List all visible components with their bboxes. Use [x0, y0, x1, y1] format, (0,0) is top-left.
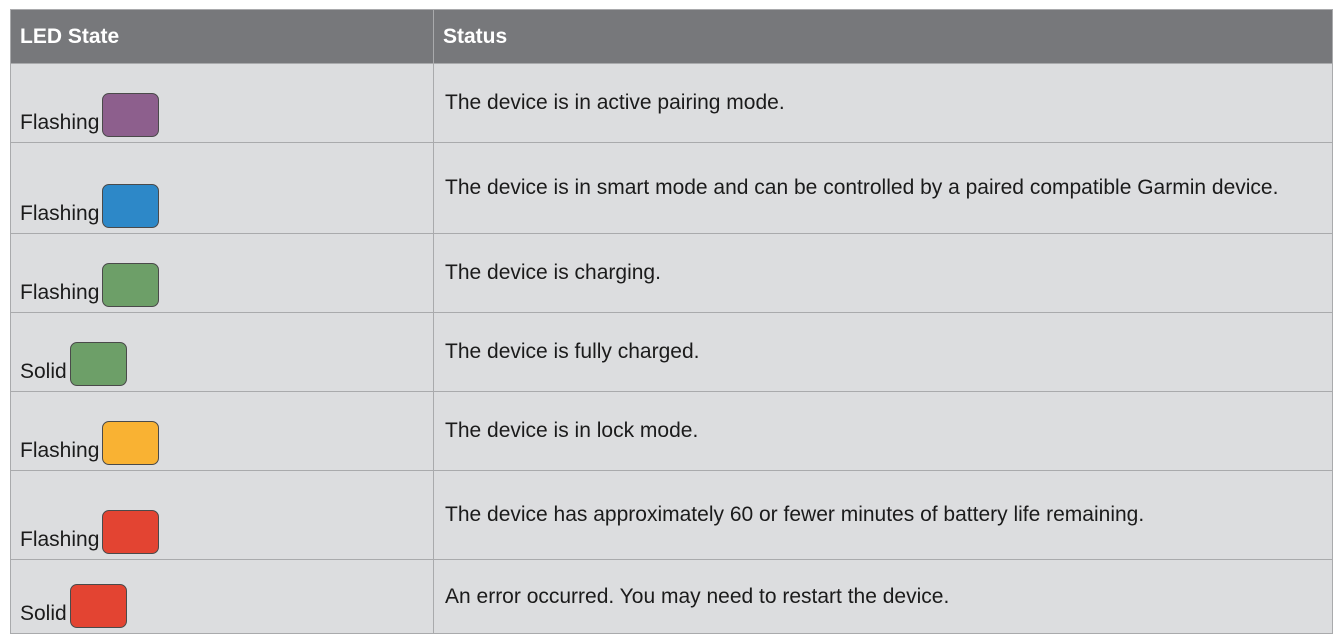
status-text: The device is in smart mode and can be c…: [433, 142, 1333, 234]
led-color-swatch: [102, 510, 160, 554]
table-row: Solid An error occurred. You may need to…: [10, 559, 1333, 634]
table-row: Flashing The device is in smart mode and…: [10, 142, 1333, 234]
led-state-label: Solid: [20, 602, 67, 625]
table-row: Flashing The device is charging.: [10, 233, 1333, 313]
led-state-cell: Solid: [10, 559, 434, 634]
led-color-swatch: [69, 342, 127, 386]
led-color-swatch: [102, 421, 160, 465]
led-state-cell: Solid: [10, 312, 434, 392]
status-text: The device has approximately 60 or fewer…: [433, 470, 1333, 560]
table-row: Flashing The device is in active pairing…: [10, 63, 1333, 143]
status-text: The device is fully charged.: [433, 312, 1333, 392]
led-state-label: Solid: [20, 360, 67, 383]
table-row: Solid The device is fully charged.: [10, 312, 1333, 392]
led-state-label: Flashing: [20, 111, 100, 134]
led-color-swatch: [102, 263, 160, 307]
led-color-swatch: [69, 584, 127, 628]
led-state-label: Flashing: [20, 439, 100, 462]
status-text: The device is in lock mode.: [433, 391, 1333, 471]
led-state-cell: Flashing: [10, 470, 434, 560]
table-header-row: LED State Status: [10, 9, 1333, 64]
led-color-swatch: [102, 184, 160, 228]
led-color-swatch: [102, 93, 160, 137]
table-row: Flashing The device is in lock mode.: [10, 391, 1333, 471]
status-text: An error occurred. You may need to resta…: [433, 559, 1333, 634]
led-state-cell: Flashing: [10, 142, 434, 234]
header-led-state: LED State: [10, 9, 434, 64]
led-state-label: Flashing: [20, 528, 100, 551]
status-text: The device is charging.: [433, 233, 1333, 313]
header-status: Status: [433, 9, 1333, 64]
led-state-cell: Flashing: [10, 233, 434, 313]
led-state-cell: Flashing: [10, 63, 434, 143]
led-state-cell: Flashing: [10, 391, 434, 471]
status-text: The device is in active pairing mode.: [433, 63, 1333, 143]
led-state-label: Flashing: [20, 202, 100, 225]
table-row: Flashing The device has approximately 60…: [10, 470, 1333, 560]
led-state-label: Flashing: [20, 281, 100, 304]
led-status-table: LED State Status Flashing The device is …: [10, 9, 1333, 634]
